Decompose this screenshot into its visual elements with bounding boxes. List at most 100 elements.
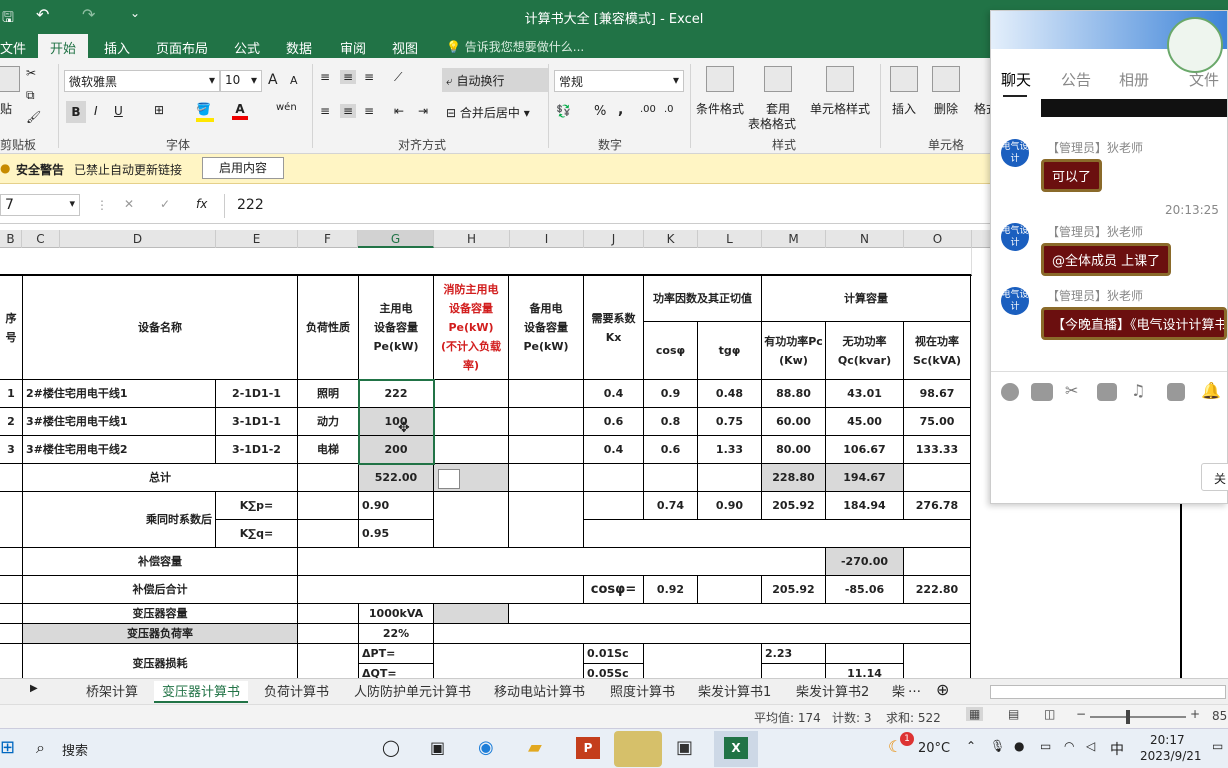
tab-view[interactable]: 视图 <box>392 38 418 57</box>
row-load-type[interactable]: 动力 <box>298 408 359 436</box>
enable-content-button[interactable]: 启用内容 <box>202 157 284 179</box>
insert-cells-icon[interactable] <box>890 66 918 92</box>
align-center-icon[interactable]: ≡ <box>340 104 357 118</box>
rate-label[interactable]: 变压器负荷率 <box>23 624 298 644</box>
row-tg[interactable]: 0.75 <box>698 408 762 436</box>
loss-active[interactable]: 2.23 <box>762 644 826 664</box>
cell[interactable] <box>644 464 698 492</box>
percent-button[interactable]: % <box>594 104 606 119</box>
chat-tab-album[interactable]: 相册 <box>1119 69 1149 90</box>
powerpoint-icon[interactable]: P <box>576 737 600 759</box>
insert-cells-button[interactable]: 插入 <box>892 100 916 117</box>
sheet-tab-active[interactable]: 变压器计算书 <box>154 681 249 703</box>
column-header[interactable]: F <box>298 230 358 248</box>
cell[interactable] <box>0 604 23 624</box>
volume-icon[interactable]: ◁ <box>1086 739 1095 753</box>
wrap-text-button[interactable]: ⤶ 自动换行 <box>442 68 548 92</box>
trans-capacity[interactable]: 1000kVA <box>359 604 434 624</box>
cell[interactable] <box>298 520 359 548</box>
cell[interactable] <box>584 492 644 520</box>
after-active-power[interactable]: 205.92 <box>762 576 826 604</box>
cell[interactable] <box>584 520 971 548</box>
weather-temp[interactable]: 20°C <box>918 741 950 756</box>
row-device-name[interactable]: 2#楼住宅用电干线1 <box>23 380 216 408</box>
bell-icon[interactable]: 🔔 <box>1201 381 1221 400</box>
zoom-in-icon[interactable]: + <box>1190 707 1200 721</box>
zoom-level[interactable]: 85 <box>1212 709 1227 723</box>
message-bubble[interactable]: 【今晚直播】《电气设计计算书 <box>1041 307 1227 340</box>
cell[interactable] <box>298 644 359 678</box>
app-icon[interactable]: ▣ <box>676 737 693 758</box>
loss-reactive[interactable]: 11.14 <box>826 664 904 678</box>
tell-me-box[interactable]: 💡 告诉我您想要做什么... <box>446 38 584 55</box>
row-apparent-power[interactable]: 75.00 <box>904 408 971 436</box>
kq-label[interactable]: K∑q= <box>216 520 298 548</box>
name-box[interactable]: 7 ▾ <box>0 194 80 216</box>
add-sheet-icon[interactable]: ⊕ <box>936 680 949 699</box>
row-code[interactable]: 3-1D1-1 <box>216 408 298 436</box>
after-apparent-power[interactable]: 222.80 <box>904 576 971 604</box>
folder-icon[interactable] <box>1097 383 1117 401</box>
paste-button[interactable]: 贴 <box>0 100 12 117</box>
simul-label[interactable]: 乘同时系数后 <box>23 492 216 548</box>
gif-icon[interactable] <box>1031 383 1053 401</box>
cell[interactable] <box>904 548 971 576</box>
row-tg[interactable]: 0.48 <box>698 380 762 408</box>
cell[interactable] <box>509 464 584 492</box>
cell[interactable] <box>509 436 584 464</box>
sender-avatar[interactable]: 电气设计 <box>1001 139 1029 167</box>
more-sheets-icon[interactable]: … <box>908 681 921 696</box>
sheet-tab[interactable]: 桥架计算 <box>86 681 138 700</box>
row-load-type[interactable]: 电梯 <box>298 436 359 464</box>
after-cos[interactable]: 0.92 <box>644 576 698 604</box>
kp-value[interactable]: 0.90 <box>359 492 434 520</box>
chat-tab-notice[interactable]: 公告 <box>1061 69 1091 90</box>
align-top-icon[interactable]: ≡ <box>320 70 330 84</box>
bold-button[interactable]: B <box>66 101 86 123</box>
column-header[interactable]: B <box>0 230 22 248</box>
windows-start-icon[interactable]: ⊞ <box>0 737 15 758</box>
cell[interactable] <box>434 408 509 436</box>
clock-time[interactable]: 20:17 <box>1150 733 1185 747</box>
sheet-tab[interactable]: 负荷计算书 <box>264 681 329 700</box>
cell-style-icon[interactable] <box>826 66 854 92</box>
underline-button[interactable]: U <box>114 104 123 118</box>
border-icon[interactable]: ⊞ <box>154 103 164 117</box>
quick-analysis-icon[interactable] <box>438 469 460 489</box>
column-header[interactable]: C <box>22 230 60 248</box>
excel-icon[interactable]: X <box>724 737 748 759</box>
total-label[interactable]: 总计 <box>23 464 298 492</box>
row-active-power[interactable]: 80.00 <box>762 436 826 464</box>
table-format-icon[interactable] <box>764 66 792 92</box>
row-device-name[interactable]: 3#楼住宅用电干线1 <box>23 408 216 436</box>
cell[interactable] <box>0 576 23 604</box>
copy-icon[interactable]: ⧉ <box>26 88 35 103</box>
scroll-tabs-icon[interactable]: ▶ <box>30 683 38 694</box>
column-header[interactable]: O <box>904 230 972 248</box>
loss-label[interactable]: 变压器损耗 <box>23 644 298 678</box>
cell[interactable] <box>298 464 359 492</box>
align-bottom-icon[interactable]: ≡ <box>364 70 374 84</box>
cell[interactable] <box>644 644 762 678</box>
column-header[interactable]: H <box>434 230 510 248</box>
sender-avatar[interactable]: 电气设计 <box>1001 287 1029 315</box>
shrink-font-button[interactable]: A <box>290 74 298 87</box>
message-bubble[interactable]: 可以了 <box>1041 159 1103 192</box>
confirm-icon[interactable]: ✓ <box>160 197 170 211</box>
row-cos[interactable]: 0.8 <box>644 408 698 436</box>
sheet-tab[interactable]: 柴 <box>892 681 905 700</box>
widgets-icon[interactable]: ▣ <box>430 738 445 757</box>
chat-tab-files[interactable]: 文件 <box>1189 69 1219 90</box>
chat-tab-chat[interactable]: 聊天 <box>1001 69 1031 90</box>
row-cos[interactable]: 0.6 <box>644 436 698 464</box>
cell[interactable] <box>904 644 971 678</box>
italic-button[interactable]: I <box>94 104 98 118</box>
comma-button[interactable]: , <box>618 102 623 118</box>
font-size-select[interactable]: 10 ▾ <box>220 70 262 92</box>
row-cos[interactable]: 0.9 <box>644 380 698 408</box>
row-main-capacity[interactable]: 100 <box>359 408 434 436</box>
cell[interactable] <box>904 464 971 492</box>
paste-icon[interactable] <box>0 66 20 92</box>
qq-icon[interactable]: ● <box>1014 739 1024 753</box>
total-main-capacity[interactable]: 522.00 <box>359 464 434 492</box>
